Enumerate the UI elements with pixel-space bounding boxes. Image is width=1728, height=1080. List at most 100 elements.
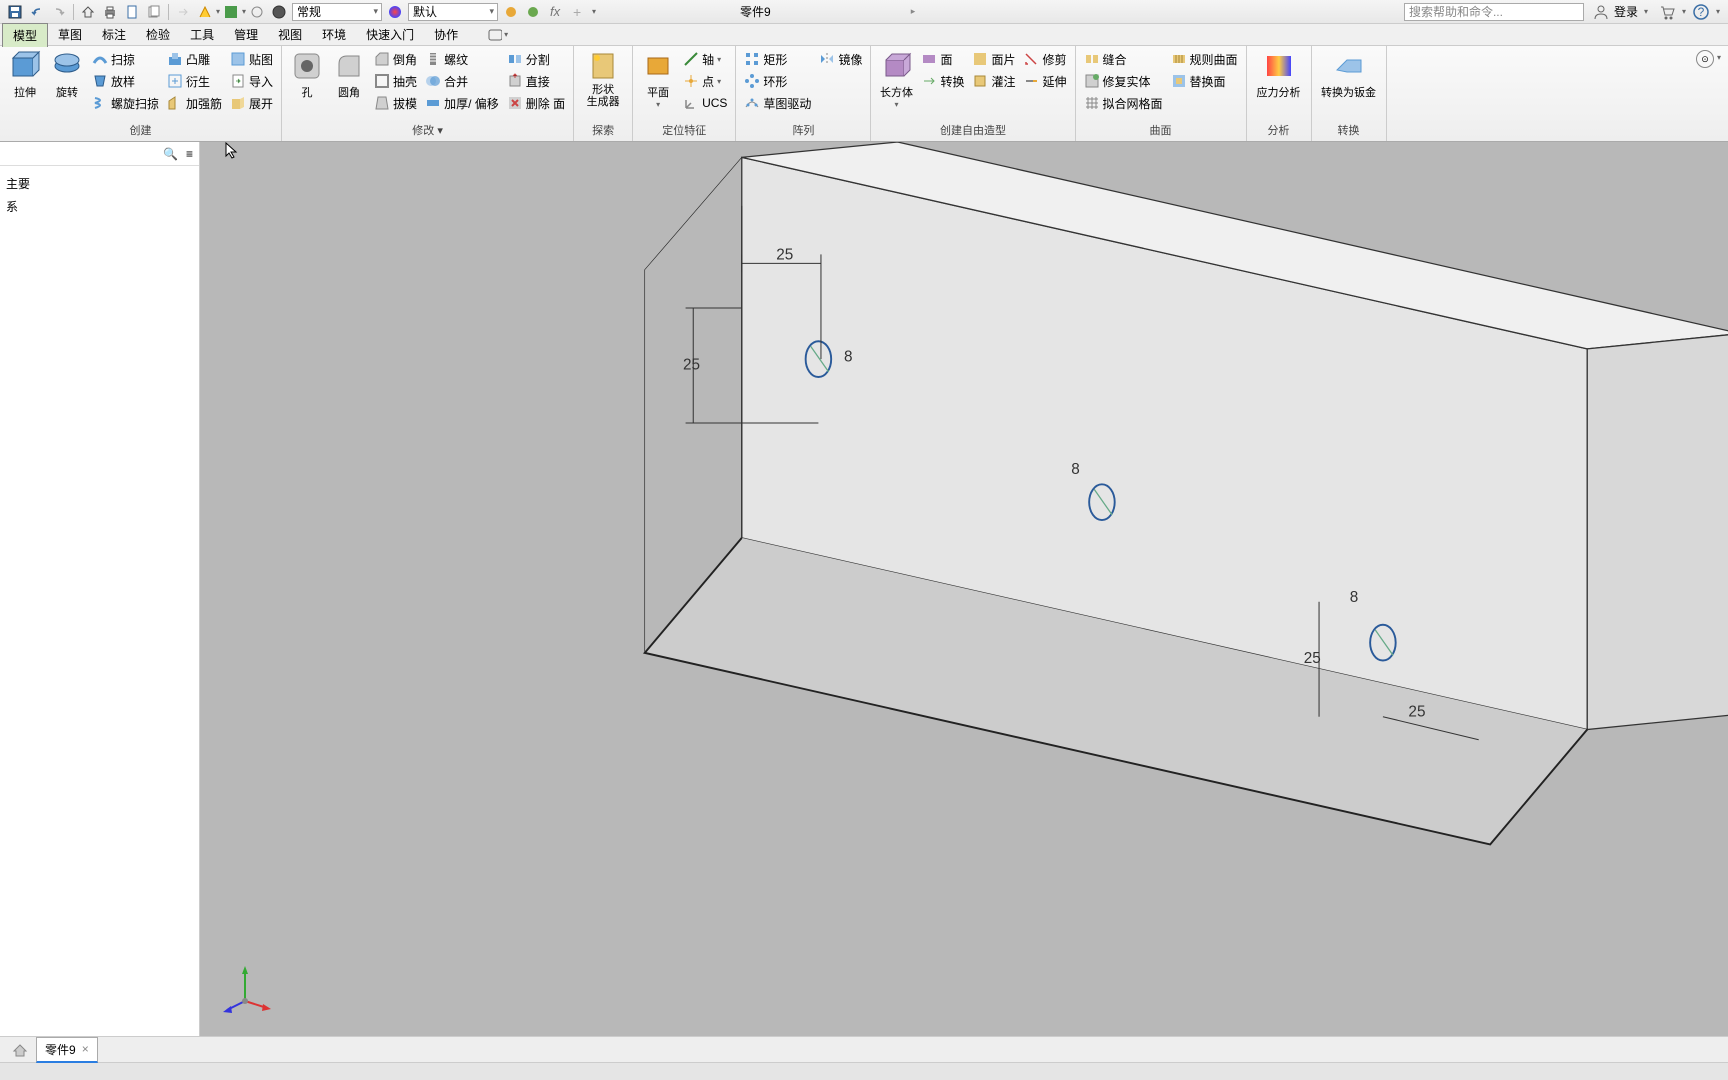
trim-button[interactable]: 修剪	[1019, 48, 1070, 70]
visual-style-combo[interactable]: 默认	[408, 3, 498, 21]
combine-button[interactable]: 合并	[421, 70, 503, 92]
convert-button[interactable]: 转换	[917, 70, 968, 92]
globe-icon[interactable]	[269, 2, 289, 22]
rib-button[interactable]: 加强筋	[163, 92, 226, 114]
browser-menu-icon[interactable]: ≡	[186, 147, 193, 161]
tab-getstarted[interactable]: 快速入门	[356, 23, 424, 46]
axis-triad-icon[interactable]	[215, 956, 275, 1016]
shell-button[interactable]: 抽壳	[370, 70, 421, 92]
login-label: 登录	[1614, 3, 1638, 20]
face-button[interactable]: 面	[917, 48, 968, 70]
patch-button[interactable]: 面片	[968, 48, 1019, 70]
style2-icon[interactable]	[523, 2, 543, 22]
arrow-disabled-icon	[173, 2, 193, 22]
thread-button[interactable]: 螺纹	[421, 48, 503, 70]
login-button[interactable]: 登录 ▾	[1592, 3, 1648, 21]
import-button[interactable]: 导入	[226, 70, 277, 92]
fillg-button[interactable]: 灌注	[968, 70, 1019, 92]
unwrap-button[interactable]: 展开	[226, 92, 277, 114]
tab-model[interactable]: 模型	[2, 23, 48, 47]
sketch-pattern-button[interactable]: 草图驱动	[740, 92, 815, 114]
part-doctab[interactable]: 零件9 ×	[36, 1037, 98, 1063]
print-icon[interactable]	[100, 2, 120, 22]
draft-button[interactable]: 拔模	[370, 92, 421, 114]
chamfer-button[interactable]: 倒角	[370, 48, 421, 70]
style1-icon[interactable]	[501, 2, 521, 22]
doc-icon[interactable]	[122, 2, 142, 22]
browser-item-1[interactable]: 主要	[6, 172, 193, 195]
cart-icon[interactable]	[1657, 2, 1677, 22]
emboss-button[interactable]: 凸雕	[163, 48, 226, 70]
tab-collaborate[interactable]: 协作	[424, 23, 468, 46]
deleteface-button[interactable]: 删除 面	[503, 92, 569, 114]
extend-button[interactable]: 延伸	[1019, 70, 1070, 92]
fitmesh-button[interactable]: 拟合网格面	[1080, 92, 1167, 114]
revolve-button[interactable]: 旋转	[46, 48, 88, 102]
rect-pattern-button[interactable]: 矩形	[740, 48, 815, 70]
circ-pattern-button[interactable]: 环形	[740, 70, 815, 92]
doc-title: 零件9	[740, 3, 771, 20]
highlight-icon[interactable]	[195, 2, 215, 22]
close-doctab-icon[interactable]: ×	[82, 1042, 89, 1056]
sheetmetal-button[interactable]: 转换为钣金	[1316, 48, 1382, 102]
thicken-button[interactable]: 加厚/ 偏移	[421, 92, 503, 114]
search-browser-icon[interactable]: 🔍	[163, 147, 178, 161]
tab-environment[interactable]: 环境	[312, 23, 356, 46]
workspace: 🔍 ≡ 主要 系 25	[0, 142, 1728, 1036]
browser-item-2[interactable]: 系	[6, 195, 193, 218]
direct-button[interactable]: 直接	[503, 70, 569, 92]
box-button[interactable]: 长方体▾	[875, 48, 917, 111]
tab-sketch[interactable]: 草图	[48, 23, 92, 46]
document-tabs: 零件9 ×	[0, 1036, 1728, 1062]
tab-annotate[interactable]: 标注	[92, 23, 136, 46]
fx-icon[interactable]: fx	[545, 2, 565, 22]
coil-button[interactable]: 螺旋扫掠	[88, 92, 163, 114]
color-wheel-icon[interactable]	[385, 2, 405, 22]
save-icon[interactable]	[5, 2, 25, 22]
fillet-button[interactable]: 圆角	[328, 48, 370, 102]
stress-button[interactable]: 应力分析	[1251, 48, 1307, 102]
shapegen-button[interactable]: 形状生成器	[578, 48, 628, 110]
tab-manage[interactable]: 管理	[224, 23, 268, 46]
svg-text:25: 25	[683, 356, 700, 373]
decal-button[interactable]: 贴图	[226, 48, 277, 70]
appearance-combo[interactable]: 常规	[292, 3, 382, 21]
doctab-label: 零件9	[45, 1041, 76, 1058]
material-icon[interactable]	[221, 2, 241, 22]
tab-tools[interactable]: 工具	[180, 23, 224, 46]
ribbon-expand-icon[interactable]: ⊙	[1696, 50, 1714, 68]
undo-icon[interactable]	[27, 2, 47, 22]
derive-button[interactable]: 衍生	[163, 70, 226, 92]
stitch-button[interactable]: 缝合	[1080, 48, 1167, 70]
ruled-button[interactable]: 规则曲面	[1167, 48, 1242, 70]
repair-button[interactable]: 修复实体	[1080, 70, 1167, 92]
panel-freeform: 长方体▾ 面 转换 面片 灌注 修剪 延伸 创建自由造型	[871, 46, 1075, 141]
camera-icon[interactable]: ▾	[488, 25, 508, 45]
tab-inspect[interactable]: 检验	[136, 23, 180, 46]
link-icon[interactable]	[247, 2, 267, 22]
3d-canvas[interactable]: 25 25 8 8 25 25 8	[200, 142, 1728, 1036]
help-search-input[interactable]: 搜索帮助和命令...	[1404, 3, 1584, 21]
ucs-button[interactable]: UCS	[679, 92, 731, 114]
redo-icon[interactable]	[49, 2, 69, 22]
point-button[interactable]: 点▾	[679, 70, 731, 92]
extrude-button[interactable]: 拉伸	[4, 48, 46, 102]
sweep-button[interactable]: 扫掠	[88, 48, 163, 70]
tab-view[interactable]: 视图	[268, 23, 312, 46]
help-icon[interactable]: ?	[1691, 2, 1711, 22]
svg-text:8: 8	[1350, 589, 1359, 606]
quick-access-toolbar: ▾ ▾ 常规 默认 fx + ▾ 零件9 ▸ 搜索帮助和命令... 登录 ▾ ▾…	[0, 0, 1728, 24]
home-doctab[interactable]	[4, 1040, 36, 1060]
split-button[interactable]: 分割	[503, 48, 569, 70]
axis-button[interactable]: 轴▾	[679, 48, 731, 70]
home-icon[interactable]	[78, 2, 98, 22]
svg-text:8: 8	[1071, 461, 1080, 478]
plus-icon[interactable]: +	[567, 2, 587, 22]
mirror-button[interactable]: 镜像	[815, 48, 866, 70]
plane-button[interactable]: 平面▾	[637, 48, 679, 111]
doc2-icon[interactable]	[144, 2, 164, 22]
loft-button[interactable]: 放样	[88, 70, 163, 92]
replace-button[interactable]: 替换面	[1167, 70, 1242, 92]
panel-convert: 转换为钣金 转换	[1312, 46, 1387, 141]
hole-button[interactable]: 孔	[286, 48, 328, 102]
